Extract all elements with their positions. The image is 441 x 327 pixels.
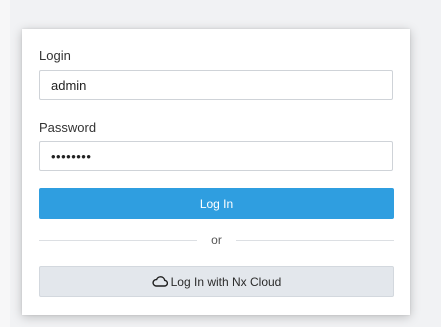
cloud-icon <box>152 275 168 287</box>
login-card: Login Password Log In or Log In with Nx … <box>22 29 410 315</box>
password-input[interactable] <box>39 141 393 171</box>
divider-line-left <box>39 239 198 241</box>
page-edge <box>0 0 10 327</box>
divider-text: or <box>211 233 222 247</box>
nx-cloud-login-button[interactable]: Log In with Nx Cloud <box>39 266 394 297</box>
nx-cloud-login-label: Log In with Nx Cloud <box>170 274 282 289</box>
divider-line-right <box>235 239 395 241</box>
password-label: Password <box>39 120 97 135</box>
login-label: Login <box>39 48 71 63</box>
login-input[interactable] <box>39 70 393 100</box>
log-in-button[interactable]: Log In <box>39 188 394 219</box>
or-divider: or <box>39 232 395 248</box>
